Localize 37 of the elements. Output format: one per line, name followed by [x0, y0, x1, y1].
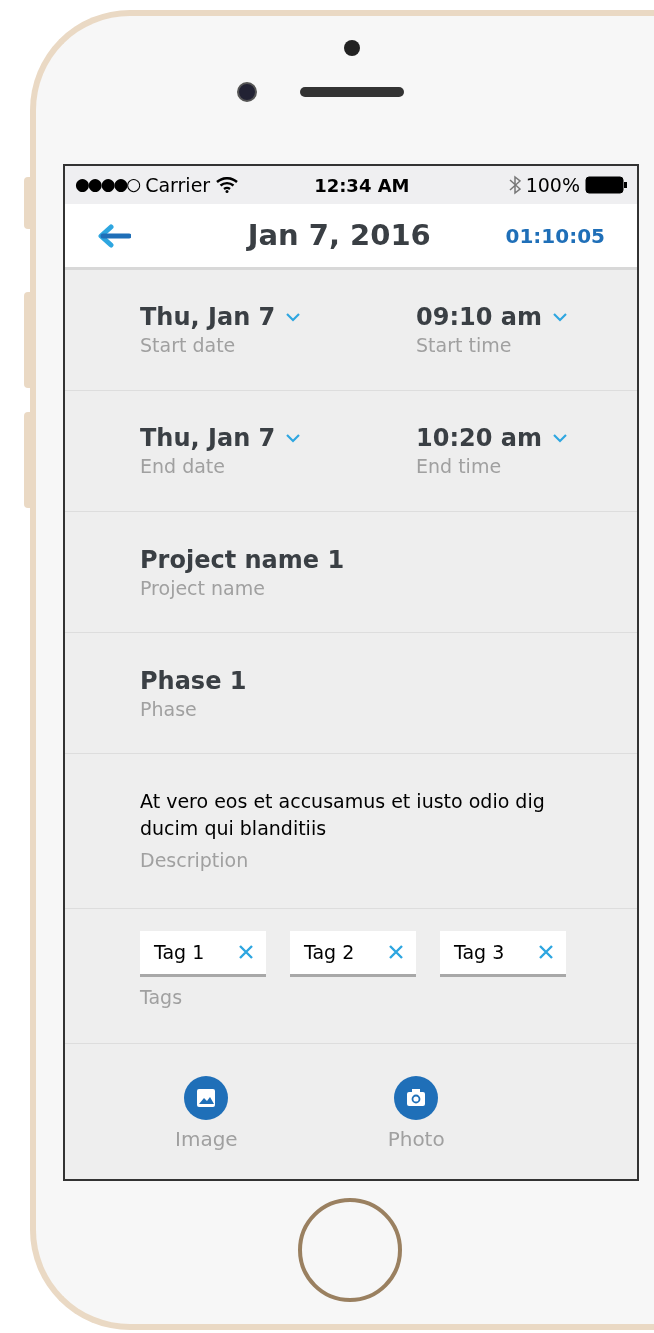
text-field-value[interactable]: Project name 1: [140, 545, 345, 575]
chevron-down-icon: [551, 312, 568, 322]
back-arrow-icon: [97, 223, 131, 248]
battery-icon: [585, 176, 627, 194]
time-picker-value[interactable]: 10:20 am: [416, 423, 542, 453]
battery-percent: 100%: [525, 172, 580, 198]
field-label: Tags: [140, 984, 184, 1010]
status-time: 12:34 AM: [313, 173, 411, 198]
field-label: End date: [140, 454, 226, 479]
close-icon: [238, 944, 254, 961]
field-label: End time: [416, 454, 503, 479]
close-icon: [388, 944, 404, 961]
signal-dots: ●●●●○: [75, 173, 140, 197]
camera-icon: [394, 1075, 439, 1120]
field-label: Start date: [140, 333, 237, 358]
text-field-value[interactable]: Phase 1: [140, 666, 247, 696]
field-label: Start time: [416, 333, 513, 358]
time-picker-value[interactable]: 09:10 am: [416, 302, 542, 332]
field-label: Project name: [140, 576, 266, 601]
date-picker-value[interactable]: Thu, Jan 7: [140, 302, 276, 332]
chevron-down-icon: [551, 433, 568, 443]
tag-label: Tag 1: [154, 940, 205, 965]
image-icon: [184, 1075, 229, 1120]
chevron-down-icon: [285, 433, 302, 443]
wifi-icon: [216, 177, 239, 193]
elapsed-timer: 01:10:05: [505, 222, 605, 250]
tag-label: Tag 2: [304, 940, 355, 965]
carrier-name: Carrier: [145, 172, 211, 198]
field-label: Phase: [140, 697, 198, 722]
close-icon: [538, 944, 554, 961]
date-picker-value[interactable]: Thu, Jan 7: [140, 423, 276, 453]
field-label: Description: [140, 847, 250, 873]
chevron-down-icon: [285, 312, 302, 322]
tag-label: Tag 3: [454, 940, 505, 965]
bluetooth-icon: [508, 175, 521, 195]
description-text[interactable]: At vero eos et accusamus et iusto odio dig ducim qui blanditiis: [140, 787, 580, 842]
screen-title: Jan 7, 2016: [245, 216, 432, 254]
